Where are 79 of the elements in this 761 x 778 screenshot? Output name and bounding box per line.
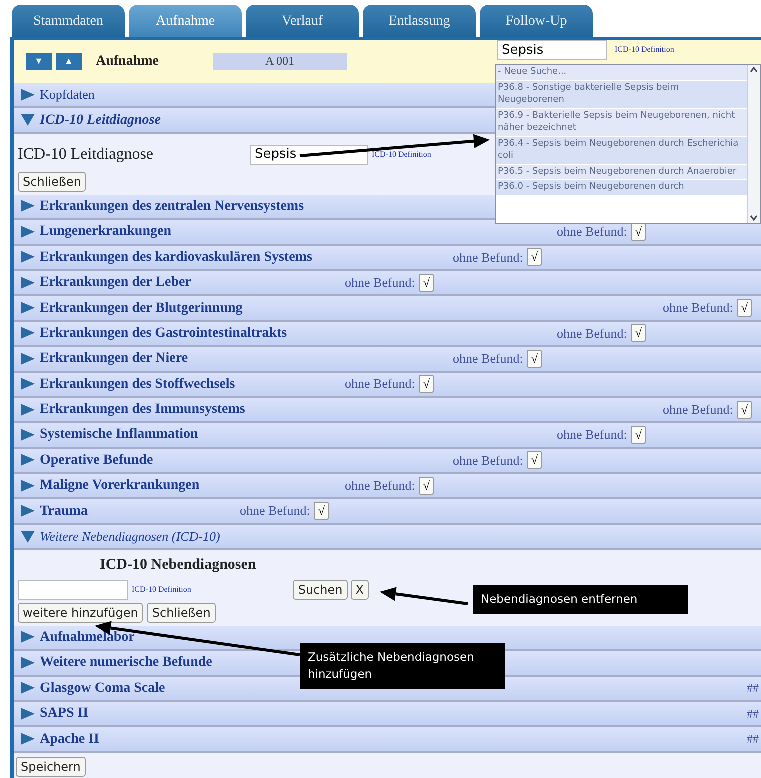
check-button[interactable]: √ — [419, 476, 434, 495]
section-title[interactable]: SAPS II — [40, 703, 89, 724]
nav-button[interactable]: ▲ — [56, 53, 82, 70]
finding-label: ohne Befund: — [345, 375, 416, 394]
section-title[interactable]: Kopfdaten — [40, 84, 95, 104]
save-button[interactable]: Speichern — [16, 756, 86, 777]
finding-label: ohne Befund: — [453, 248, 524, 266]
tab[interactable]: Stammdaten — [12, 5, 125, 37]
search-input[interactable]: Sepsis — [497, 40, 607, 60]
section-title[interactable]: Lungenerkrankungen — [40, 221, 172, 242]
section-title[interactable]: Erkrankungen der Blutgerinnung — [40, 298, 243, 319]
header-title: Aufnahme — [96, 53, 160, 71]
case-id-field: A 001 — [213, 53, 348, 70]
remove-button[interactable]: X — [350, 580, 369, 600]
section-title[interactable]: Weitere numerische Befunde — [40, 652, 212, 674]
section-title[interactable]: Erkrankungen des Immunsystems — [40, 399, 246, 420]
section-title[interactable]: Apache II — [40, 728, 100, 750]
suggestion-item[interactable]: - Neue Suche... — [496, 65, 747, 80]
tab[interactable]: Verlauf — [246, 5, 359, 37]
section-title[interactable]: Erkrankungen des Gastrointestinaltrakts — [40, 322, 288, 344]
nav-button[interactable]: ▼ — [26, 53, 52, 70]
check-button[interactable]: √ — [527, 451, 542, 470]
score-value: ## — [747, 706, 759, 723]
annotation-tooltip: Nebendiagnosen entfernen — [473, 585, 688, 614]
finding-label: ohne Befund: — [345, 274, 416, 292]
finding-label: ohne Befund: — [557, 324, 628, 343]
section-title[interactable]: ICD-10 Leitdiagnose — [40, 110, 161, 131]
diagnosis-input[interactable] — [18, 580, 128, 600]
finding-label: ohne Befund: — [663, 400, 734, 419]
check-button[interactable]: √ — [631, 426, 646, 444]
suggestion-item[interactable]: P36.8 - Sonstige bakterielle Sepsis beim Neugeborenen — [496, 80, 747, 108]
finding-label: ohne Befund: — [663, 299, 734, 318]
check-button[interactable]: √ — [419, 375, 434, 394]
tab[interactable]: Follow-Up — [480, 5, 593, 37]
section-heading: ICD-10 Nebendiagnosen — [100, 556, 258, 576]
suggestion-item[interactable]: P36.5 - Sepsis beim Neugeborenen durch Anaerobier — [496, 164, 747, 180]
section-title[interactable]: Trauma — [40, 500, 88, 522]
finding-label: ohne Befund: — [453, 452, 524, 470]
section-title[interactable]: Erkrankungen der Leber — [40, 272, 192, 294]
annotation-tooltip: Zusätzliche Nebendiagnosen hinzufügen — [300, 643, 505, 689]
section-title[interactable]: Operative Befunde — [40, 450, 154, 471]
section-title[interactable]: Erkrankungen der Niere — [40, 348, 188, 370]
score-value: ## — [747, 731, 759, 748]
section-title[interactable]: Glasgow Coma Scale — [40, 678, 166, 699]
definition-link[interactable]: ICD-10 Definition — [132, 584, 192, 596]
scroll-down-icon — [748, 213, 760, 223]
section-title[interactable]: Erkrankungen des Stoffwechsels — [40, 374, 236, 395]
add-button[interactable]: weitere hinzufügen — [18, 602, 144, 623]
check-button[interactable]: √ — [737, 299, 752, 318]
diagnosis-input[interactable]: Sepsis — [250, 144, 368, 165]
check-button[interactable]: √ — [737, 400, 752, 419]
finding-label: ohne Befund: — [240, 502, 310, 520]
close-button[interactable]: Schließen — [18, 172, 86, 192]
finding-label: ohne Befund: — [453, 350, 524, 368]
section-title[interactable]: Aufnahmelabor — [40, 626, 135, 648]
finding-label: ohne Befund: — [557, 223, 628, 242]
suggestion-item[interactable]: P36.4 - Sepsis beim Neugeborenen durch Escherichia coli — [496, 136, 747, 164]
check-button[interactable]: √ — [631, 324, 646, 342]
close-button[interactable]: Schließen — [147, 602, 216, 623]
tab[interactable]: Entlassung — [363, 5, 476, 37]
section-title[interactable]: Systemische Inflammation — [40, 424, 198, 446]
section-title[interactable]: Maligne Vorerkrankungen — [40, 475, 200, 496]
check-button[interactable]: √ — [527, 248, 542, 266]
finding-label: ohne Befund: — [345, 477, 416, 496]
scrollbar[interactable] — [747, 65, 760, 223]
finding-label: ohne Befund: — [557, 426, 628, 444]
scroll-up-icon — [748, 65, 760, 75]
check-button[interactable]: √ — [419, 274, 434, 292]
suggestion-item[interactable]: P36.9 - Bakterielle Sepsis beim Neugeborenen, nicht näher bezeichnet — [496, 108, 747, 136]
field-label: ICD-10 Leitdiagnose — [18, 144, 155, 165]
suggestion-item[interactable]: P36.0 - Sepsis beim Neugeborenen durch — [496, 180, 747, 196]
check-button[interactable]: √ — [314, 502, 329, 520]
check-button[interactable]: √ — [527, 350, 542, 368]
definition-link[interactable]: ICD-10 Definition — [372, 148, 432, 161]
definition-link[interactable]: ICD-10 Definition — [615, 44, 674, 56]
score-value: ## — [747, 680, 759, 698]
search-button[interactable]: Suchen — [293, 580, 348, 600]
section-title[interactable]: Erkrankungen des kardiovaskulären Systems — [40, 246, 312, 268]
section-title[interactable]: Weitere Nebendiagnosen (ICD-10) — [40, 526, 220, 546]
